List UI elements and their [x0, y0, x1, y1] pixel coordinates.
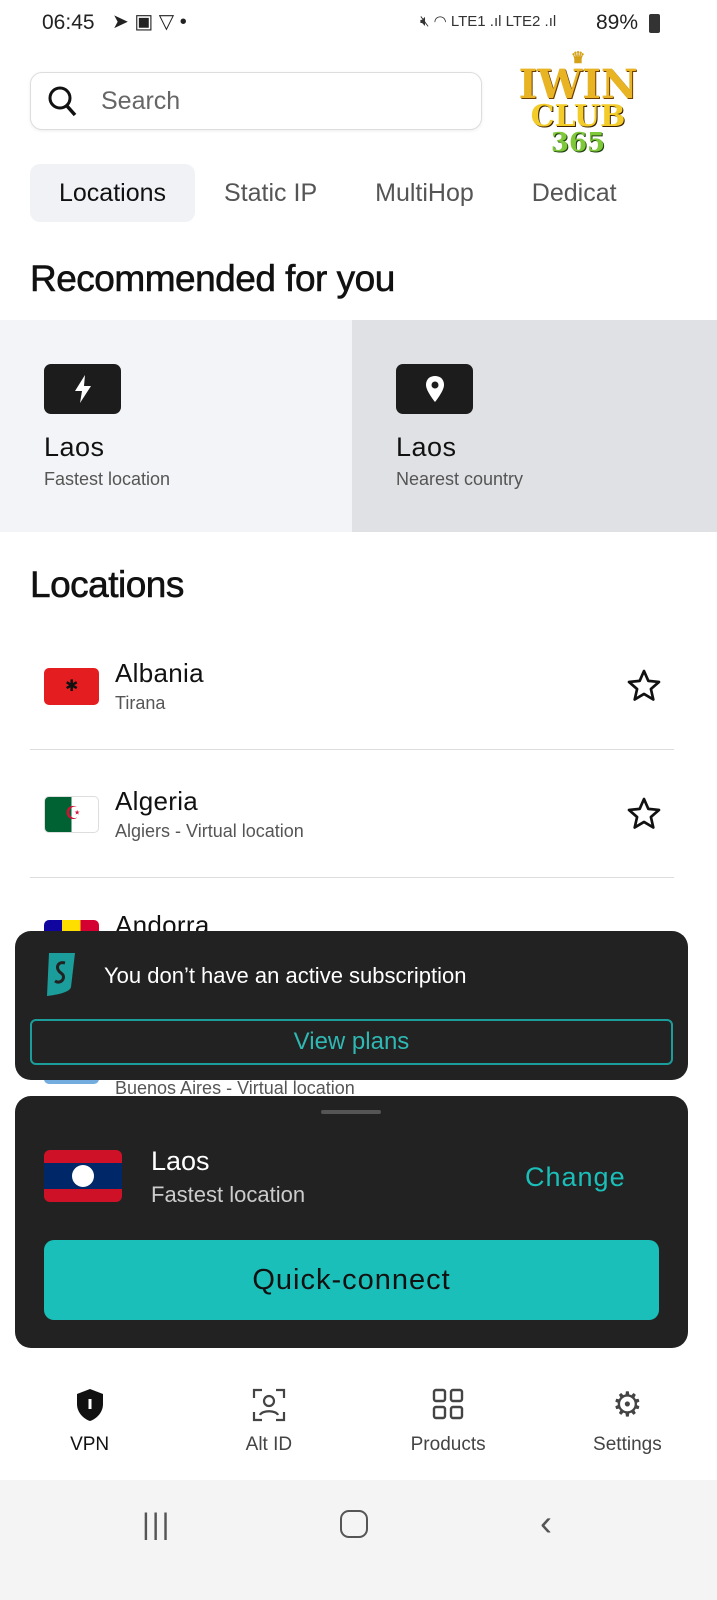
- star-icon[interactable]: [626, 668, 662, 704]
- star-icon[interactable]: [626, 796, 662, 832]
- back-icon[interactable]: ‹: [540, 1502, 552, 1544]
- shield-icon: [76, 1389, 103, 1421]
- watermark-logo: ♛ IWIN CLUB 365: [518, 48, 638, 158]
- tab-dedicated[interactable]: Dedicat: [503, 164, 646, 222]
- home-icon[interactable]: [340, 1510, 368, 1538]
- flag-algeria-icon: ☪: [44, 795, 99, 833]
- tab-bar: Locations Static IP MultiHop Dedicat: [30, 164, 646, 222]
- connect-sheet: Laos Fastest location Change Quick-conne…: [15, 1096, 688, 1348]
- signal-icons: 🔇︎ ◠ LTE1 .ıl LTE2 .ıl: [420, 13, 557, 30]
- search-bar[interactable]: [30, 72, 482, 130]
- toast-message: You don’t have an active subscription: [104, 963, 467, 988]
- quick-connect-button[interactable]: Quick-connect: [44, 1240, 659, 1320]
- nav-label: Alt ID: [245, 1434, 293, 1455]
- search-icon: [48, 86, 77, 117]
- battery-icon: [649, 14, 660, 33]
- lightning-icon: [44, 364, 121, 414]
- surfshark-logo-icon: [47, 953, 75, 996]
- drag-handle[interactable]: [321, 1110, 381, 1114]
- locations-title: Locations: [30, 564, 185, 606]
- location-city: Tirana: [115, 693, 166, 713]
- nav-label: VPN: [70, 1434, 110, 1455]
- nav-label: Products: [410, 1434, 486, 1455]
- flag-laos-icon: [44, 1150, 122, 1202]
- nav-settings[interactable]: ⚙ Settings: [538, 1370, 717, 1480]
- location-name: Algeria: [115, 786, 199, 816]
- card-subtitle: Fastest location: [44, 469, 171, 489]
- recommended-title: Recommended for you: [30, 258, 396, 300]
- battery-level: 89%: [596, 11, 639, 34]
- gear-icon: ⚙: [612, 1386, 643, 1424]
- notification-icons: ➤ ▣ ▽ •: [112, 11, 187, 33]
- card-name: Laos: [44, 432, 105, 462]
- card-nearest-country[interactable]: Laos Nearest country: [352, 320, 717, 532]
- tab-locations[interactable]: Locations: [30, 164, 196, 222]
- change-button[interactable]: Change: [525, 1162, 626, 1193]
- search-input[interactable]: [101, 86, 421, 116]
- alt-id-icon: [252, 1388, 285, 1422]
- flag-albania-icon: ✱: [44, 667, 99, 705]
- subscription-toast: You don’t have an active subscription Vi…: [15, 931, 688, 1080]
- location-row-algeria[interactable]: ☪ Algeria Algiers - Virtual location: [30, 751, 674, 878]
- selected-location-sub: Fastest location: [151, 1182, 306, 1207]
- nav-vpn[interactable]: VPN: [0, 1370, 179, 1480]
- nav-label: Settings: [593, 1434, 662, 1455]
- tab-multihop[interactable]: MultiHop: [346, 164, 503, 222]
- location-row-albania[interactable]: ✱ Albania Tirana: [30, 623, 674, 750]
- grid-icon: [432, 1388, 464, 1420]
- system-nav-bar: ||| ‹: [0, 1480, 717, 1600]
- card-fastest-location[interactable]: Laos Fastest location: [0, 320, 352, 532]
- status-bar: 06:45 ➤ ▣ ▽ • 🔇︎ ◠ LTE1 .ıl LTE2 .ıl 89%: [0, 0, 717, 50]
- card-subtitle: Nearest country: [396, 469, 524, 489]
- recent-apps-icon[interactable]: |||: [142, 1508, 171, 1542]
- nav-products[interactable]: Products: [359, 1370, 538, 1480]
- clock: 06:45: [42, 11, 95, 34]
- selected-location-name: Laos: [151, 1146, 210, 1176]
- location-name: Albania: [115, 658, 204, 688]
- view-plans-button[interactable]: View plans: [30, 1019, 673, 1065]
- location-city: Algiers - Virtual location: [115, 821, 304, 841]
- nav-alt-id[interactable]: Alt ID: [179, 1370, 358, 1480]
- bottom-nav: VPN Alt ID Products ⚙ Settings: [0, 1370, 717, 1480]
- tab-static-ip[interactable]: Static IP: [195, 164, 346, 222]
- location-pin-icon: [396, 364, 473, 414]
- card-name: Laos: [396, 432, 457, 462]
